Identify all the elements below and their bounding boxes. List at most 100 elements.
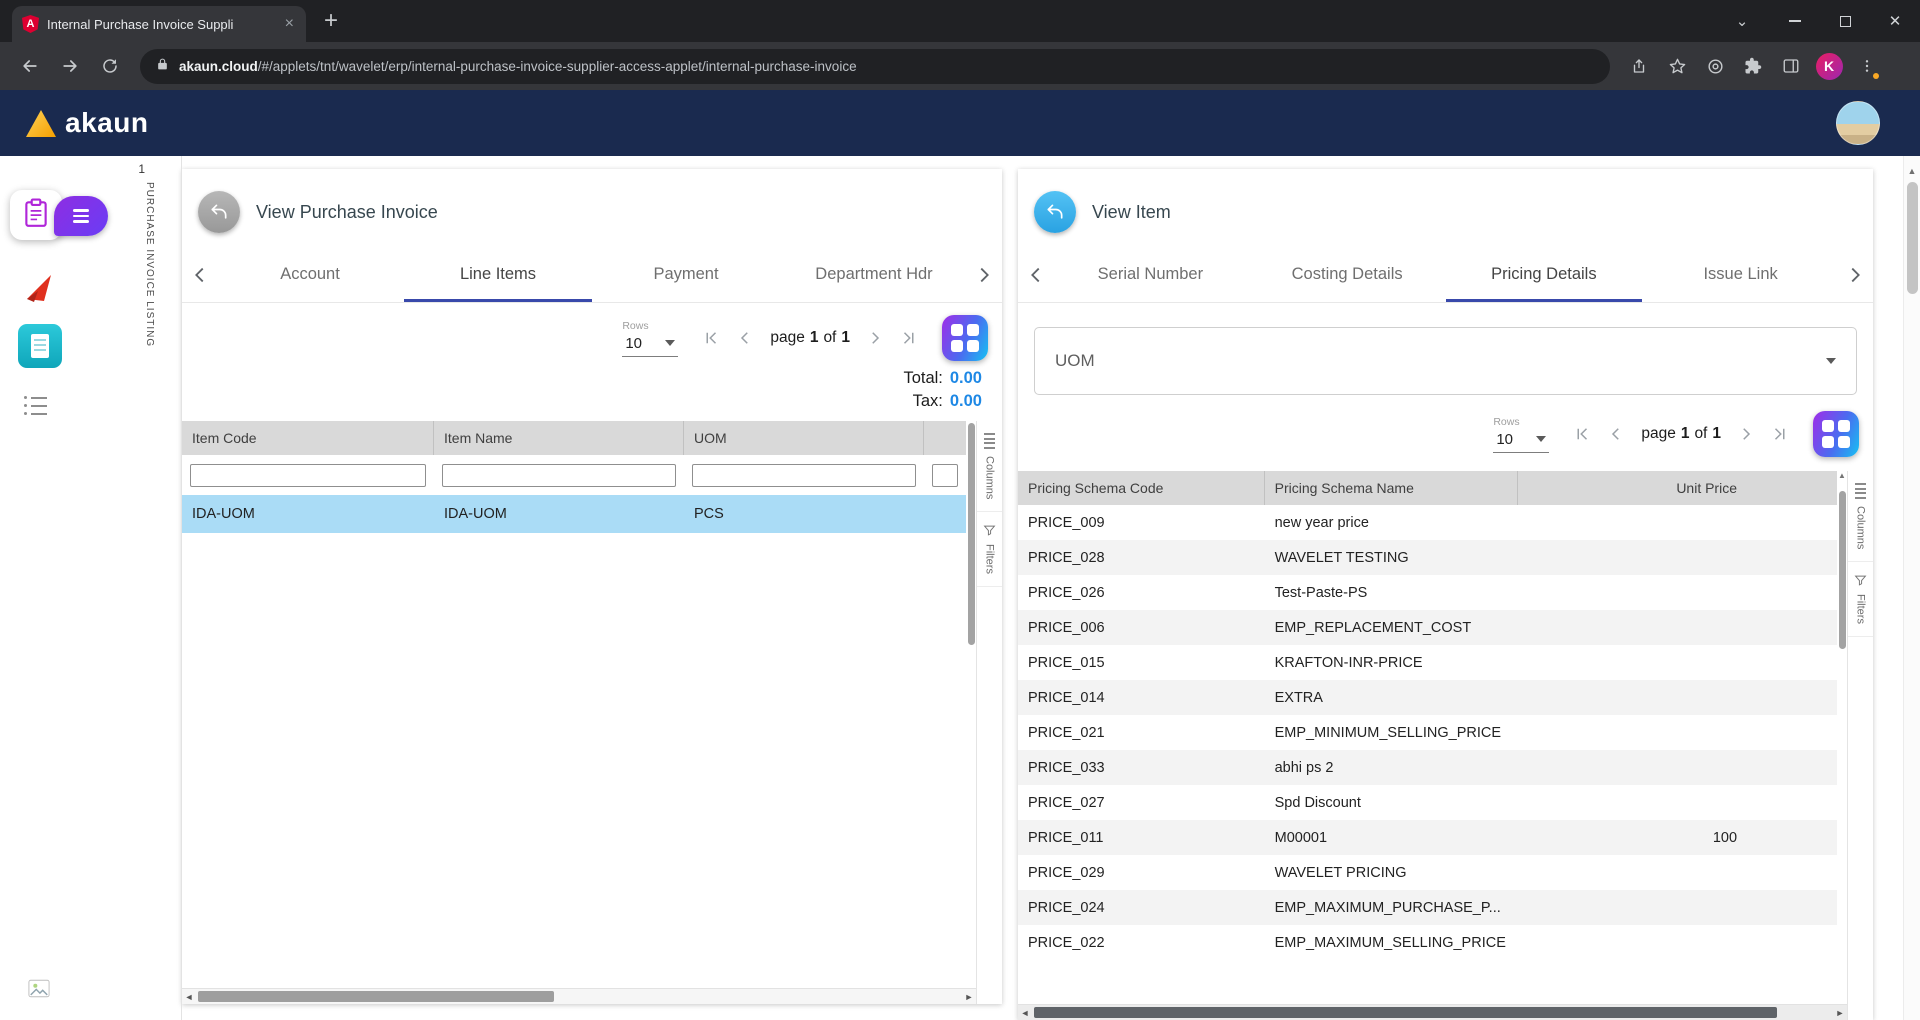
purchase-invoice-listing-strip[interactable]: 1 PURCHASE INVOICE LISTING: [96, 156, 182, 1020]
filters-button[interactable]: Filters: [977, 512, 1002, 587]
share-icon[interactable]: [1622, 49, 1656, 83]
applet-menu-flyout[interactable]: [54, 196, 108, 236]
col-item-name[interactable]: Item Name: [434, 421, 684, 455]
scroll-up-arrow[interactable]: ▲: [1904, 162, 1920, 180]
reload-icon[interactable]: [92, 48, 128, 84]
table-row[interactable]: PRICE_026 Test-Paste-PS: [1018, 575, 1837, 610]
filters-button[interactable]: Filters: [1848, 562, 1873, 637]
update-badge-dot: [1873, 73, 1879, 79]
browser-profile-avatar[interactable]: K: [1812, 49, 1846, 83]
tab-scroll-right-button[interactable]: [968, 247, 1000, 302]
back-button[interactable]: [1034, 191, 1076, 233]
col-item-code[interactable]: Item Code: [182, 421, 434, 455]
bookmark-star-icon[interactable]: [1660, 49, 1694, 83]
scroll-up-arrow[interactable]: ▲: [1838, 471, 1846, 483]
extension-target-icon[interactable]: [1698, 49, 1732, 83]
tab-account[interactable]: Account: [216, 247, 404, 302]
rows-per-page-select[interactable]: Rows 10: [622, 320, 678, 357]
browser-tab[interactable]: A Internal Purchase Invoice Suppli ×: [12, 6, 306, 42]
col-pricing-schema-code[interactable]: Pricing Schema Code: [1018, 471, 1265, 505]
tab-department-hdr[interactable]: Department Hdr: [780, 247, 968, 302]
last-page-button[interactable]: [900, 329, 918, 347]
address-bar[interactable]: akaun.cloud/#/applets/tnt/wavelet/erp/in…: [140, 49, 1610, 84]
last-page-button[interactable]: [1771, 425, 1789, 443]
first-page-button[interactable]: [1573, 425, 1591, 443]
uom-select[interactable]: UOM: [1034, 327, 1857, 395]
red-app-shortcut[interactable]: [24, 272, 56, 304]
table-row[interactable]: PRICE_024 EMP_MAXIMUM_PURCHASE_P...: [1018, 890, 1837, 925]
scroll-left-arrow[interactable]: ◄: [1018, 1005, 1032, 1020]
side-panel-icon[interactable]: [1774, 49, 1808, 83]
scrollbar-thumb[interactable]: [968, 423, 975, 645]
maximize-button[interactable]: [1820, 0, 1870, 42]
brand-logo[interactable]: akaun: [26, 109, 148, 137]
rows-per-page-select[interactable]: Rows 10: [1493, 416, 1549, 453]
scrollbar-thumb[interactable]: [1907, 182, 1918, 294]
scroll-right-arrow[interactable]: ►: [1833, 1005, 1847, 1020]
table-row[interactable]: PRICE_029 WAVELET PRICING: [1018, 855, 1837, 890]
tab-scroll-left-button[interactable]: [1020, 247, 1052, 302]
table-row[interactable]: PRICE_006 EMP_REPLACEMENT_COST: [1018, 610, 1837, 645]
minimize-button[interactable]: [1770, 0, 1820, 42]
tab-close-icon[interactable]: ×: [283, 16, 296, 32]
tab-pricing-details[interactable]: Pricing Details: [1446, 247, 1643, 302]
list-menu-icon[interactable]: [24, 396, 47, 415]
scrollbar-thumb[interactable]: [198, 991, 554, 1002]
tab-serial-number[interactable]: Serial Number: [1052, 247, 1249, 302]
teal-document-shortcut[interactable]: [18, 324, 62, 368]
tab-costing-details[interactable]: Costing Details: [1249, 247, 1446, 302]
chevron-down-icon: [1536, 436, 1546, 442]
table-row[interactable]: IDA-UOM IDA-UOM PCS: [182, 495, 966, 533]
scrollbar-thumb[interactable]: [1034, 1007, 1777, 1018]
forward-icon[interactable]: [52, 48, 88, 84]
columns-button[interactable]: Columns: [1848, 471, 1873, 562]
back-icon[interactable]: [12, 48, 48, 84]
scroll-left-arrow[interactable]: ◄: [182, 989, 196, 1004]
col-pricing-schema-name[interactable]: Pricing Schema Name: [1265, 471, 1519, 505]
table-row[interactable]: PRICE_033 abhi ps 2: [1018, 750, 1837, 785]
horizontal-scrollbar[interactable]: ◄ ►: [182, 988, 976, 1004]
horizontal-scrollbar[interactable]: ◄ ►: [1018, 1004, 1847, 1020]
extensions-puzzle-icon[interactable]: [1736, 49, 1770, 83]
total-value: 0.00: [950, 369, 982, 387]
menu-kebab-icon[interactable]: [1850, 49, 1884, 83]
close-window-button[interactable]: ✕: [1870, 0, 1920, 42]
tab-payment[interactable]: Payment: [592, 247, 780, 302]
table-row[interactable]: PRICE_015 KRAFTON-INR-PRICE: [1018, 645, 1837, 680]
new-tab-button[interactable]: +: [314, 4, 348, 38]
page-scrollbar[interactable]: ▲: [1903, 156, 1920, 1020]
table-row[interactable]: PRICE_022 EMP_MAXIMUM_SELLING_PRICE: [1018, 925, 1837, 960]
user-avatar[interactable]: [1836, 101, 1880, 145]
filter-extra-input[interactable]: [932, 464, 958, 487]
scroll-right-arrow[interactable]: ►: [962, 989, 976, 1004]
panel-title: View Item: [1092, 202, 1171, 223]
filter-uom-input[interactable]: [692, 464, 916, 487]
tab-search-chevron-icon[interactable]: ⌄: [1724, 0, 1760, 42]
table-row[interactable]: PRICE_027 Spd Discount: [1018, 785, 1837, 820]
filter-item-name-input[interactable]: [442, 464, 676, 487]
table-vertical-scrollbar[interactable]: ▲: [1837, 471, 1847, 1020]
grid-view-button[interactable]: [1813, 411, 1859, 457]
columns-button[interactable]: Columns: [977, 421, 1002, 512]
next-page-button[interactable]: [1737, 425, 1755, 443]
col-unit-price[interactable]: Unit Price: [1538, 471, 1837, 505]
prev-page-button[interactable]: [736, 329, 754, 347]
table-row[interactable]: PRICE_021 EMP_MINIMUM_SELLING_PRICE: [1018, 715, 1837, 750]
table-row[interactable]: PRICE_011 M00001 100: [1018, 820, 1837, 855]
table-row[interactable]: PRICE_028 WAVELET TESTING: [1018, 540, 1837, 575]
table-row[interactable]: PRICE_009 new year price: [1018, 505, 1837, 540]
col-uom[interactable]: UOM: [684, 421, 924, 455]
grid-view-button[interactable]: [942, 315, 988, 361]
scrollbar-thumb[interactable]: [1839, 491, 1846, 649]
next-page-button[interactable]: [866, 329, 884, 347]
tab-scroll-right-button[interactable]: [1839, 247, 1871, 302]
tab-scroll-left-button[interactable]: [184, 247, 216, 302]
table-row[interactable]: PRICE_014 EXTRA: [1018, 680, 1837, 715]
first-page-button[interactable]: [702, 329, 720, 347]
tab-issue-link[interactable]: Issue Link: [1642, 247, 1839, 302]
prev-page-button[interactable]: [1607, 425, 1625, 443]
table-vertical-scrollbar[interactable]: [966, 421, 976, 1004]
back-button[interactable]: [198, 191, 240, 233]
filter-item-code-input[interactable]: [190, 464, 426, 487]
tab-line-items[interactable]: Line Items: [404, 247, 592, 302]
